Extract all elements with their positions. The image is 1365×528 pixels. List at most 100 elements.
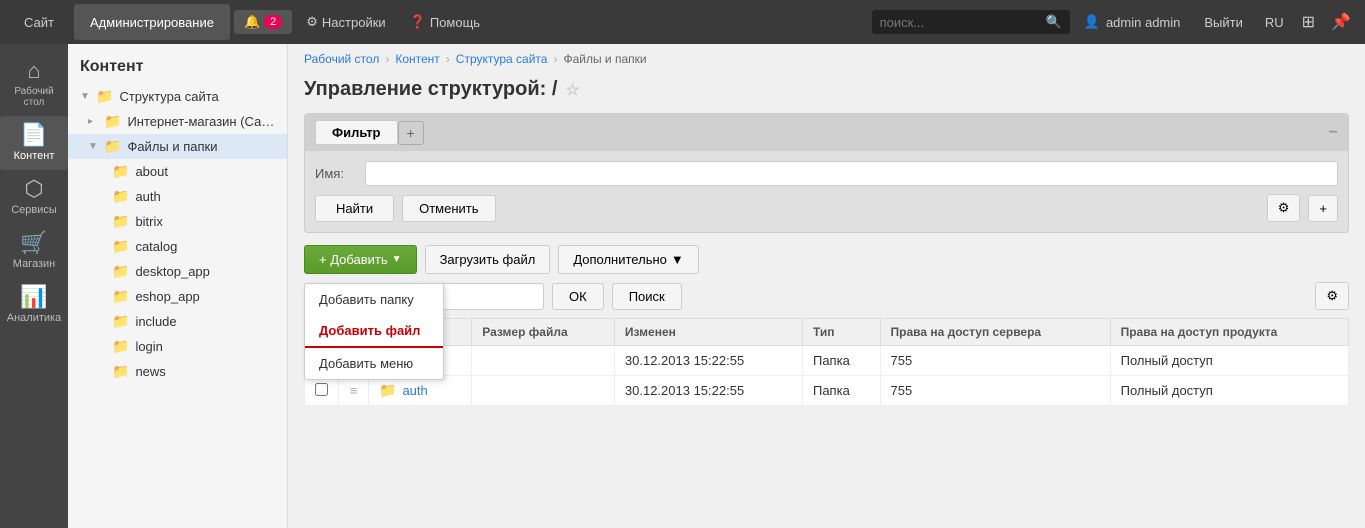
table-row: ≡ 📁 auth 30.12.2013 15:22:55 Папка 755 — [305, 376, 1349, 406]
sidebar-item-analytics[interactable]: 📊 Аналитика — [0, 278, 68, 332]
tree-item-auth[interactable]: 📁 auth — [68, 184, 287, 209]
more-button[interactable]: Дополнительно ▼ — [558, 245, 698, 274]
dropdown-add-menu[interactable]: Добавить меню — [305, 348, 443, 379]
notifications-button[interactable]: 🔔 2 — [234, 10, 292, 34]
col-type: Тип — [802, 319, 880, 346]
main-layout: ⌂ Рабочийстол 📄 Контент ⬡ Сервисы 🛒 Мага… — [0, 44, 1365, 528]
tab-admin[interactable]: Администрирование — [74, 4, 230, 40]
dropdown-add-file[interactable]: Добавить файл — [305, 315, 443, 348]
tree-item-label: include — [135, 314, 275, 329]
more-arrow-icon: ▼ — [671, 252, 684, 267]
filter-actions: Найти Отменить ⚙ + — [315, 194, 1338, 222]
tree-item-about[interactable]: 📁 about — [68, 159, 287, 184]
logout-button[interactable]: Выйти — [1194, 11, 1253, 34]
breadcrumb-sep: › — [553, 52, 557, 66]
cancel-button[interactable]: Отменить — [402, 195, 495, 222]
folder-icon: 📁 — [379, 382, 396, 399]
pin-icon[interactable]: 📌 — [1325, 8, 1357, 36]
folder-link-auth[interactable]: 📁 auth — [379, 382, 461, 399]
sidebar-item-shop[interactable]: 🛒 Магазин — [0, 224, 68, 278]
filter-collapse-button[interactable]: − — [1329, 124, 1338, 142]
tree-arrow: ▸ — [88, 116, 98, 127]
search-icon: 🔍 — [1046, 14, 1062, 30]
settings-button[interactable]: ⚙ Настройки — [296, 10, 395, 34]
sidebar-item-desktop-label: Рабочийстол — [14, 86, 53, 108]
tree-item-include[interactable]: 📁 include — [68, 309, 287, 334]
shop-icon: 🛒 — [20, 232, 47, 254]
filter-box: Фильтр + − Имя: Найти Отменить ⚙ — [304, 113, 1349, 233]
col-modified: Изменен — [614, 319, 802, 346]
row-type: Папка — [802, 376, 880, 406]
upload-button[interactable]: Загрузить файл — [425, 245, 551, 274]
tree-item-login[interactable]: 📁 login — [68, 334, 287, 359]
search-input[interactable] — [880, 15, 1040, 30]
help-button[interactable]: ❓ Помощь — [400, 10, 490, 34]
user-label: admin admin — [1106, 15, 1180, 30]
filter-header: Фильтр + − — [305, 114, 1348, 151]
dropdown-menu: Добавить папку Добавить файл Добавить ме… — [304, 283, 444, 380]
notifications-badge: 2 — [264, 15, 282, 29]
sidebar-item-content[interactable]: 📄 Контент — [0, 116, 68, 170]
more-button-label: Дополнительно — [573, 252, 667, 267]
tree-panel: Контент ▼ 📁 Структура сайта ▸ 📁 Интернет… — [68, 44, 288, 528]
tree-item-label: Структура сайта — [119, 89, 275, 104]
filter-add-button[interactable]: + — [398, 121, 424, 145]
filter-tab[interactable]: Фильтр — [315, 120, 398, 145]
search-button[interactable]: Поиск — [612, 283, 682, 310]
tree-item-desktop-app[interactable]: 📁 desktop_app — [68, 259, 287, 284]
tree-item-label: catalog — [135, 239, 275, 254]
folder-icon: 📁 — [112, 213, 129, 230]
row-name: 📁 auth — [369, 376, 472, 406]
breadcrumb: Рабочий стол › Контент › Структура сайта… — [288, 44, 1365, 74]
tree-item-internet-shop[interactable]: ▸ 📁 Интернет-магазин (Сайт по — [68, 109, 287, 134]
tree-item-label: Интернет-магазин (Сайт по — [127, 114, 275, 129]
row-handle[interactable]: ≡ — [339, 376, 369, 406]
user-menu[interactable]: 👤 admin admin — [1074, 10, 1191, 34]
sidebar-item-content-label: Контент — [14, 150, 55, 162]
table-settings-button[interactable]: ⚙ — [1315, 282, 1349, 310]
row-checkbox[interactable] — [305, 376, 339, 406]
ok-button[interactable]: ОК — [552, 283, 604, 310]
sidebar-item-services[interactable]: ⬡ Сервисы — [0, 170, 68, 224]
main-panel: Рабочий стол › Контент › Структура сайта… — [288, 44, 1365, 528]
find-button[interactable]: Найти — [315, 195, 394, 222]
dropdown-add-folder[interactable]: Добавить папку — [305, 284, 443, 315]
file-table-wrapper: Имя Размер файла Изменен Тип Права на до… — [288, 318, 1365, 406]
row-product-rights: Полный доступ — [1110, 376, 1348, 406]
breadcrumb-content[interactable]: Контент — [395, 52, 439, 66]
tree-item-label: Файлы и папки — [127, 139, 275, 154]
gear-icon: ⚙ — [306, 14, 318, 30]
page-title-text: Управление структурой: / — [304, 78, 557, 101]
row-type: Папка — [802, 346, 880, 376]
filter-gear-button[interactable]: ⚙ — [1267, 194, 1301, 222]
folder-icon: 📁 — [104, 113, 121, 130]
breadcrumb-structure[interactable]: Структура сайта — [456, 52, 548, 66]
tab-site[interactable]: Сайт — [8, 4, 70, 40]
language-selector[interactable]: RU — [1257, 11, 1292, 34]
tree-item-catalog[interactable]: 📁 catalog — [68, 234, 287, 259]
sidebar: ⌂ Рабочийстол 📄 Контент ⬡ Сервисы 🛒 Мага… — [0, 44, 68, 528]
breadcrumb-desktop[interactable]: Рабочий стол — [304, 52, 379, 66]
folder-icon: 📁 — [112, 163, 129, 180]
folder-icon: 📁 — [112, 238, 129, 255]
checkbox[interactable] — [315, 383, 328, 396]
breadcrumb-sep: › — [446, 52, 450, 66]
add-button[interactable]: + Добавить ▼ — [304, 245, 417, 274]
search-bar: 🔍 — [872, 10, 1070, 34]
home-icon: ⌂ — [27, 60, 40, 82]
filter-name-input[interactable] — [365, 161, 1338, 186]
tree-arrow: ▼ — [88, 141, 98, 152]
tree-item-files-folders[interactable]: ▼ 📁 Файлы и папки — [68, 134, 287, 159]
star-icon[interactable]: ☆ — [565, 80, 579, 100]
folder-icon: 📁 — [112, 288, 129, 305]
filter-gear-plus-button[interactable]: + — [1308, 195, 1338, 222]
tree-item-label: bitrix — [135, 214, 275, 229]
tree-item-site-structure[interactable]: ▼ 📁 Структура сайта — [68, 84, 287, 109]
grid-icon[interactable]: ⊞ — [1296, 8, 1321, 36]
tree-item-label: auth — [135, 189, 275, 204]
tree-item-news[interactable]: 📁 news — [68, 359, 287, 384]
tree-item-label: login — [135, 339, 275, 354]
tree-item-bitrix[interactable]: 📁 bitrix — [68, 209, 287, 234]
sidebar-item-desktop[interactable]: ⌂ Рабочийстол — [0, 52, 68, 116]
tree-item-eshop-app[interactable]: 📁 eshop_app — [68, 284, 287, 309]
